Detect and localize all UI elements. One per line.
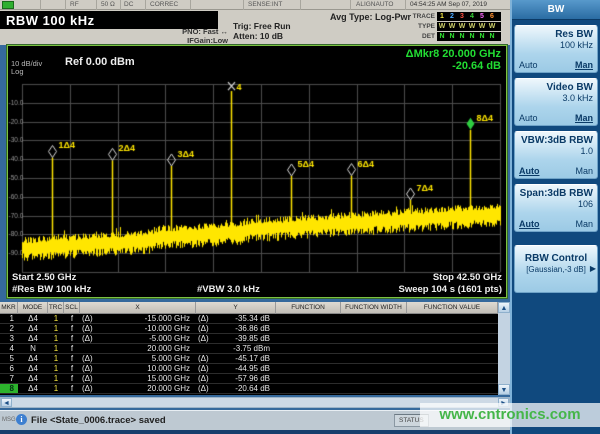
spectrum-display: 10 dB/div Log Ref 0.00 dBm ΔMkr8 20.000 … xyxy=(6,44,508,299)
marker-table-row[interactable]: 8 Δ4 1 f (Δ) 20.000 GHz (Δ) -20.64 dB xyxy=(0,384,510,394)
softkey-man-option[interactable]: Man xyxy=(575,166,593,176)
softkey-value: 3.0 kHz xyxy=(562,93,593,103)
marker-table-row[interactable]: 7 Δ4 1 f (Δ) 15.000 GHz (Δ) -57.96 dB xyxy=(0,374,510,384)
trace-detector: N xyxy=(489,32,495,40)
marker-table-row[interactable]: 2 Δ4 1 f (Δ) -10.000 GHz (Δ) -36.86 dB xyxy=(0,324,510,334)
softkey-auto-option[interactable]: Auto xyxy=(519,60,538,70)
spectrum-canvas xyxy=(8,46,506,297)
trace-number: 4 xyxy=(470,12,474,20)
softkey-value: [Gaussian,-3 dB] xyxy=(526,265,586,274)
softkey-button[interactable]: RBW Control [Gaussian,-3 dB] ▶ xyxy=(514,245,598,293)
pno-info: PNO: Fast ↔ IFGain:Low xyxy=(182,27,228,45)
trace-detector: N xyxy=(479,32,485,40)
analyzer-screen: RF 50 Ω DC CORREC SENSE:INT ALIGNAUTO 04… xyxy=(0,0,600,434)
marker-table-row[interactable]: 6 Δ4 1 f (Δ) 10.000 GHz (Δ) -44.95 dB xyxy=(0,364,510,374)
softkey-button[interactable]: Span:3dB RBW 106 Auto Man ▶ xyxy=(514,184,598,232)
softkey-title: Span:3dB RBW xyxy=(519,188,593,199)
impedance-status: 50 Ω xyxy=(101,1,115,8)
softkey-button[interactable]: VBW:3dB RBW 1.0 Auto Man ▶ xyxy=(514,131,598,179)
marker-table-row[interactable]: 5 Δ4 1 f (Δ) 5.000 GHz (Δ) -45.17 dB xyxy=(0,354,510,364)
marker-table-header: MKR MODE TRC SCL X Y FUNCTION FUNCTION W… xyxy=(0,302,510,314)
trace-detector: N xyxy=(469,32,475,40)
ref-level-label: Ref 0.00 dBm xyxy=(65,56,135,68)
scroll-up-icon[interactable]: ▲ xyxy=(498,302,510,313)
stop-freq-label: Stop 42.50 GHz xyxy=(432,272,502,283)
lan-status-indicator xyxy=(2,1,14,9)
sweep-label: Sweep 104 s (1601 pts) xyxy=(398,284,503,295)
sense-status: SENSE:INT xyxy=(248,1,283,8)
datetime: 04:54:25 AM Sep 07, 2019 xyxy=(410,1,487,8)
trace-detector: N xyxy=(459,32,465,40)
softkey-title: Res BW xyxy=(555,29,593,40)
softkey-panel: BW Res BW 100 kHz Auto Man ▶ Video BW 3.… xyxy=(510,0,600,434)
trace-type: W xyxy=(458,22,466,30)
marker-table-scrollbar[interactable]: ▲ ▼ xyxy=(498,302,510,395)
bottom-frame xyxy=(0,430,510,434)
trace-detector: N xyxy=(449,32,455,40)
softkey-auto-option[interactable]: Auto xyxy=(519,166,540,176)
msg-label: MSG xyxy=(2,417,16,423)
coupling-status: DC xyxy=(124,1,134,8)
trace-legend-types: WWWWWW xyxy=(437,21,501,31)
menu-title: BW xyxy=(512,0,600,20)
softkey-value: 1.0 xyxy=(580,146,593,156)
info-icon: i xyxy=(16,414,27,425)
softkey-buttons: Res BW 100 kHz Auto Man ▶ Video BW 3.0 k… xyxy=(512,25,600,293)
softkey-title: RBW Control xyxy=(524,253,588,264)
start-freq-label: Start 2.50 GHz xyxy=(12,272,77,283)
correction-status: CORREC xyxy=(150,1,179,8)
status-strip: RF 50 Ω DC CORREC SENSE:INT ALIGNAUTO 04… xyxy=(0,0,510,10)
avg-type-label: Avg Type: Log-Pwr xyxy=(330,12,411,22)
trace-number: 3 xyxy=(460,12,464,20)
submenu-arrow-icon: ▶ xyxy=(589,264,596,273)
watermark: www.cntronics.com xyxy=(420,403,600,427)
trace-type: W xyxy=(448,22,456,30)
softkey-man-option[interactable]: Man xyxy=(575,60,593,70)
softkey-value: 106 xyxy=(577,199,593,209)
marker-table: MKR MODE TRC SCL X Y FUNCTION FUNCTION W… xyxy=(0,302,510,395)
softkey-button[interactable]: Res BW 100 kHz Auto Man ▶ xyxy=(514,25,598,73)
marker-table-row[interactable]: 3 Δ4 1 f (Δ) -5.000 GHz (Δ) -39.85 dB xyxy=(0,334,510,344)
softkey-title: VBW:3dB RBW xyxy=(520,135,593,146)
trace-number: 6 xyxy=(490,12,494,20)
marker-table-row[interactable]: 1 Δ4 1 f (Δ) -15.000 GHz (Δ) -35.34 dB xyxy=(0,314,510,324)
log-label: Log xyxy=(11,67,24,76)
scroll-down-icon[interactable]: ▼ xyxy=(498,384,510,395)
res-bw-label: #Res BW 100 kHz xyxy=(12,284,92,295)
marker-table-row[interactable]: 4 N 1 f 20.000 GHz -3.75 dBm xyxy=(0,344,510,354)
softkey-man-option[interactable]: Man xyxy=(575,113,593,123)
trace-type: W xyxy=(478,22,486,30)
trace-type: W xyxy=(438,22,446,30)
trace-type: W xyxy=(468,22,476,30)
trace-legend: TRACE 1 2 3 4 5 6 TYPE W W W W W W DET N N N N N N xyxy=(410,11,501,41)
trace-detector: N xyxy=(439,32,445,40)
softkey-auto-option[interactable]: Auto xyxy=(519,113,538,123)
trace-number: 5 xyxy=(480,12,484,20)
sweep-annotations: Start 2.50 GHz Stop 42.50 GHz #Res BW 10… xyxy=(9,272,505,296)
softkey-value: 100 kHz xyxy=(559,40,593,50)
trace-type: W xyxy=(488,22,496,30)
softkey-man-option[interactable]: Man xyxy=(575,219,593,229)
scroll-left-icon[interactable]: ◄ xyxy=(1,398,12,407)
status-message: File <State_0006.trace> saved xyxy=(31,415,166,426)
trigger-info: Trig: Free Run Atten: 10 dB xyxy=(233,21,291,41)
vbw-label: #VBW 3.0 kHz xyxy=(197,284,260,295)
trace-legend-digits: 123456 xyxy=(437,11,501,21)
delta-marker-readout: ΔMkr8 20.000 GHz -20.64 dB xyxy=(405,48,501,72)
softkey-title: Video BW xyxy=(546,82,593,93)
rf-status: RF xyxy=(70,1,79,8)
trace-legend-dets: NNNNNN xyxy=(437,31,501,41)
align-status: ALIGNAUTO xyxy=(356,1,394,8)
trace-number: 2 xyxy=(450,12,454,20)
softkey-button[interactable]: Video BW 3.0 kHz Auto Man ▶ xyxy=(514,78,598,126)
marker-table-rows: 1 Δ4 1 f (Δ) -15.000 GHz (Δ) -35.34 dB 2 Δ4 1 f (Δ) -… xyxy=(0,314,510,394)
trace-number: 1 xyxy=(440,12,444,20)
softkey-auto-option[interactable]: Auto xyxy=(519,219,540,229)
measurement-bar: RBW 100 kHz PNO: Fast ↔ IFGain:Low Trig:… xyxy=(0,10,510,45)
